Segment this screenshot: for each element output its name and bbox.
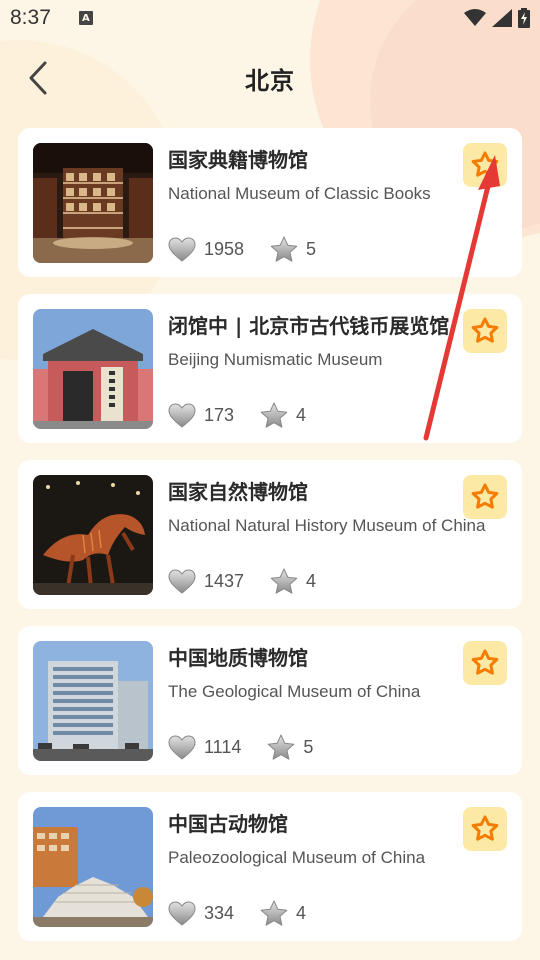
likes-stat: 1437 [168,568,245,595]
heart-icon [168,900,196,926]
museum-stats: 1958 5 [168,236,316,263]
rating-stat: 5 [267,734,313,761]
status-bar: 8:37 A [0,0,540,36]
museum-card[interactable]: 中国地质博物馆 The Geological Museum of China 1… [18,626,522,775]
star-outline-icon [471,317,499,343]
rating-stat: 4 [260,402,306,429]
museum-title: 国家自然博物馆 [168,480,308,504]
rating-value: 4 [296,405,307,425]
museum-title: 中国地质博物馆 [168,646,308,670]
museum-card[interactable]: 国家自然博物馆 National Natural History Museum … [18,460,522,609]
notification-icon: A [78,11,93,25]
museum-thumbnail [33,143,153,263]
star-icon [260,900,288,926]
star-outline-icon [471,151,499,177]
chevron-left-icon [29,61,47,95]
header: 北京 [0,52,540,104]
heart-icon [168,734,196,760]
museum-title: 闭馆中 | 北京市古代钱币展览馆 [168,314,450,338]
museum-card[interactable]: 中国古动物馆 Paleozoological Museum of China 3… [18,792,522,941]
rating-stat: 4 [260,900,306,927]
likes-stat: 1958 [168,236,245,263]
likes-count: 173 [204,405,235,425]
rating-value: 4 [296,903,307,923]
likes-count: 334 [204,903,235,923]
likes-stat: 334 [168,900,235,927]
wifi-icon [464,9,486,26]
museum-title: 国家典籍博物馆 [168,148,308,172]
museum-stats: 1437 4 [168,568,316,595]
back-button[interactable] [20,58,56,98]
favorite-button[interactable] [463,143,507,187]
star-icon [270,568,298,594]
museum-thumbnail [33,807,153,927]
status-icons [464,8,530,28]
museum-stats: 1114 5 [168,734,313,761]
favorite-button[interactable] [463,309,507,353]
favorite-button[interactable] [463,475,507,519]
likes-stat: 173 [168,402,235,429]
museum-stats: 173 4 [168,402,306,429]
likes-count: 1437 [204,571,245,591]
rating-value: 4 [306,571,317,591]
star-icon [268,734,295,760]
likes-stat: 1114 [168,734,242,761]
museum-subtitle: The Geological Museum of China [168,682,421,701]
favorite-button[interactable] [463,807,507,851]
star-outline-icon [471,483,499,509]
page-title: 北京 [245,66,295,95]
museum-subtitle: Beijing Numismatic Museum [168,350,383,369]
museum-subtitle: National Natural History Museum of China [168,516,486,535]
rating-value: 5 [303,737,314,757]
museum-thumbnail [33,475,153,595]
heart-icon [168,236,196,262]
likes-count: 1958 [204,239,245,259]
status-time: 8:37 [10,6,51,29]
heart-icon [168,402,196,428]
museum-thumbnail [33,641,153,761]
likes-count: 1114 [204,737,242,757]
signal-icon [492,9,512,27]
museum-subtitle: National Museum of Classic Books [168,184,431,203]
museum-list: 国家典籍博物馆 National Museum of Classic Books… [18,128,522,958]
museum-card[interactable]: 国家典籍博物馆 National Museum of Classic Books… [18,128,522,277]
star-outline-icon [471,649,499,675]
star-icon [260,402,288,428]
star-icon [270,236,298,262]
museum-card[interactable]: 闭馆中 | 北京市古代钱币展览馆 Beijing Numismatic Muse… [18,294,522,443]
museum-title: 中国古动物馆 [168,812,288,836]
heart-icon [168,568,196,594]
museum-stats: 334 4 [168,900,306,927]
museum-subtitle: Paleozoological Museum of China [168,848,426,867]
museum-thumbnail [33,309,153,429]
rating-stat: 5 [270,236,316,263]
star-outline-icon [471,815,499,841]
rating-value: 5 [306,239,317,259]
favorite-button[interactable] [463,641,507,685]
rating-stat: 4 [270,568,316,595]
battery-charging-icon [518,8,530,28]
